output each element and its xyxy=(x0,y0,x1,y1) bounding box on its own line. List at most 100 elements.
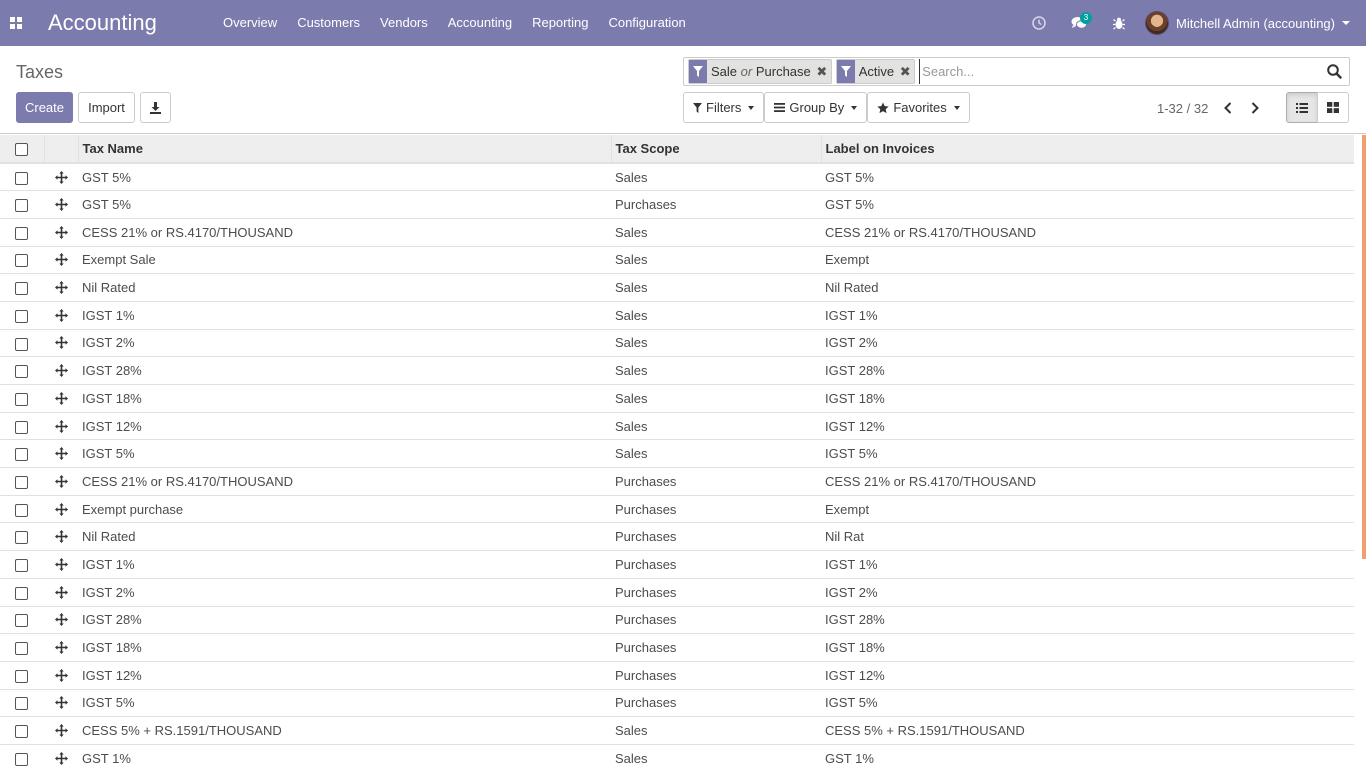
tax-name-cell[interactable]: IGST 1% xyxy=(78,301,611,330)
label-on-invoices-cell[interactable]: IGST 18% xyxy=(821,633,1354,662)
drag-handle-icon[interactable] xyxy=(48,474,74,488)
column-header-tax-name[interactable]: Tax Name xyxy=(77,135,611,164)
user-menu[interactable]: Mitchell Admin (accounting) xyxy=(1139,0,1366,46)
tax-scope-cell[interactable]: Purchases xyxy=(611,550,821,579)
filters-dropdown[interactable]: Filters xyxy=(683,92,765,123)
tax-scope-cell[interactable]: Purchases xyxy=(611,467,821,496)
label-on-invoices-cell[interactable]: IGST 5% xyxy=(821,689,1354,718)
apps-menu-button[interactable] xyxy=(0,0,32,46)
tax-name-cell[interactable]: IGST 5% xyxy=(78,689,611,718)
label-on-invoices-cell[interactable]: GST 5% xyxy=(821,163,1354,192)
tax-scope-cell[interactable]: Sales xyxy=(611,246,821,275)
drag-handle-icon[interactable] xyxy=(48,641,74,655)
label-on-invoices-cell[interactable]: IGST 2% xyxy=(821,329,1354,358)
menu-vendors[interactable]: Vendors xyxy=(370,0,438,46)
tax-scope-cell[interactable]: Purchases xyxy=(611,495,821,524)
label-on-invoices-cell[interactable]: GST 1% xyxy=(821,744,1354,768)
label-on-invoices-cell[interactable]: IGST 5% xyxy=(821,439,1354,469)
row-checkbox[interactable] xyxy=(15,282,28,296)
menu-reporting[interactable]: Reporting xyxy=(522,0,598,46)
scrollbar[interactable] xyxy=(1362,135,1366,559)
label-on-invoices-cell[interactable]: IGST 1% xyxy=(821,301,1354,330)
search-input[interactable] xyxy=(919,59,1319,84)
tax-scope-cell[interactable]: Sales xyxy=(611,163,821,192)
tax-name-cell[interactable]: IGST 18% xyxy=(78,384,611,413)
label-on-invoices-cell[interactable]: Exempt xyxy=(821,246,1354,275)
tax-name-cell[interactable]: GST 5% xyxy=(78,163,611,192)
label-on-invoices-cell[interactable]: Nil Rated xyxy=(821,273,1354,302)
drag-handle-icon[interactable] xyxy=(48,530,74,544)
tax-scope-cell[interactable]: Purchases xyxy=(611,633,821,662)
menu-configuration[interactable]: Configuration xyxy=(598,0,695,46)
label-on-invoices-cell[interactable]: IGST 12% xyxy=(821,412,1354,441)
tax-name-cell[interactable]: IGST 5% xyxy=(78,439,611,469)
table-row[interactable]: IGST 12% Purchases IGST 12% xyxy=(0,661,1354,690)
row-checkbox[interactable] xyxy=(15,420,28,434)
drag-handle-icon[interactable] xyxy=(48,724,74,738)
table-row[interactable]: IGST 28% Purchases IGST 28% xyxy=(0,606,1354,635)
tax-name-cell[interactable]: CESS 21% or RS.4170/THOUSAND xyxy=(78,218,611,247)
table-row[interactable]: Nil Rated Sales Nil Rated xyxy=(0,273,1354,302)
tax-scope-cell[interactable]: Sales xyxy=(611,384,821,413)
pager-value[interactable]: 1-32 / 32 xyxy=(1157,101,1208,116)
table-row[interactable]: IGST 1% Sales IGST 1% xyxy=(0,301,1354,330)
tax-scope-cell[interactable]: Sales xyxy=(611,356,821,385)
table-row[interactable]: IGST 28% Sales IGST 28% xyxy=(0,356,1354,385)
tax-name-cell[interactable]: IGST 28% xyxy=(78,606,611,635)
row-checkbox[interactable] xyxy=(15,586,28,600)
label-on-invoices-cell[interactable]: Nil Rat xyxy=(821,522,1354,552)
row-checkbox[interactable] xyxy=(15,725,28,739)
row-checkbox[interactable] xyxy=(15,448,28,462)
menu-accounting[interactable]: Accounting xyxy=(438,0,522,46)
label-on-invoices-cell[interactable]: IGST 28% xyxy=(821,606,1354,635)
pager-previous-button[interactable] xyxy=(1214,100,1241,116)
tax-scope-cell[interactable]: Sales xyxy=(611,273,821,302)
row-checkbox[interactable] xyxy=(15,337,28,351)
search-button[interactable] xyxy=(1319,58,1349,85)
drag-handle-icon[interactable] xyxy=(48,696,74,710)
tax-scope-cell[interactable]: Purchases xyxy=(611,606,821,635)
tax-scope-cell[interactable]: Sales xyxy=(611,218,821,247)
drag-handle-icon[interactable] xyxy=(48,668,74,682)
label-on-invoices-cell[interactable]: IGST 18% xyxy=(821,384,1354,413)
tax-scope-cell[interactable]: Sales xyxy=(611,716,821,745)
favorites-dropdown[interactable]: Favorites xyxy=(867,92,970,123)
drag-handle-icon[interactable] xyxy=(48,364,74,378)
table-row[interactable]: GST 5% Purchases GST 5% xyxy=(0,190,1354,219)
table-row[interactable]: Nil Rated Purchases Nil Rat xyxy=(0,522,1354,552)
table-row[interactable]: Exempt purchase Purchases Exempt xyxy=(0,495,1354,524)
select-all-checkbox[interactable] xyxy=(15,143,28,157)
drag-handle-icon[interactable] xyxy=(48,308,74,322)
tax-scope-cell[interactable]: Sales xyxy=(611,301,821,330)
row-checkbox[interactable] xyxy=(15,559,28,572)
drag-handle-icon[interactable] xyxy=(48,198,74,212)
drag-handle-icon[interactable] xyxy=(48,751,74,765)
tax-name-cell[interactable]: IGST 1% xyxy=(78,550,611,579)
label-on-invoices-cell[interactable]: IGST 28% xyxy=(821,356,1354,385)
drag-handle-icon[interactable] xyxy=(48,419,74,433)
label-on-invoices-cell[interactable]: GST 5% xyxy=(821,190,1354,219)
table-row[interactable]: IGST 18% Sales IGST 18% xyxy=(0,384,1354,413)
tax-scope-cell[interactable]: Sales xyxy=(611,412,821,441)
tax-name-cell[interactable]: GST 5% xyxy=(78,190,611,219)
table-row[interactable]: Exempt Sale Sales Exempt xyxy=(0,246,1354,275)
table-row[interactable]: CESS 21% or RS.4170/THOUSAND Sales CESS 21… xyxy=(0,218,1354,247)
tax-scope-cell[interactable]: Purchases xyxy=(611,190,821,219)
label-on-invoices-cell[interactable]: CESS 5% + RS.1591/THOUSAND xyxy=(821,716,1354,745)
tax-name-cell[interactable]: IGST 18% xyxy=(78,633,611,662)
row-checkbox[interactable] xyxy=(15,475,28,489)
tax-name-cell[interactable]: Exempt Sale xyxy=(78,246,611,275)
row-checkbox[interactable] xyxy=(15,392,28,406)
row-checkbox[interactable] xyxy=(15,309,28,323)
messaging-button[interactable]: 3 xyxy=(1059,0,1099,46)
activity-button[interactable] xyxy=(1019,0,1059,46)
row-checkbox[interactable] xyxy=(15,614,28,628)
table-row[interactable]: IGST 18% Purchases IGST 18% xyxy=(0,633,1354,662)
table-row[interactable]: GST 1% Sales GST 1% xyxy=(0,744,1354,768)
column-header-tax-scope[interactable]: Tax Scope xyxy=(610,135,821,164)
drag-handle-icon[interactable] xyxy=(48,281,74,295)
tax-scope-cell[interactable]: Purchases xyxy=(611,578,821,607)
row-checkbox[interactable] xyxy=(15,531,28,545)
tax-scope-cell[interactable]: Purchases xyxy=(611,522,821,552)
menu-overview[interactable]: Overview xyxy=(213,0,287,46)
